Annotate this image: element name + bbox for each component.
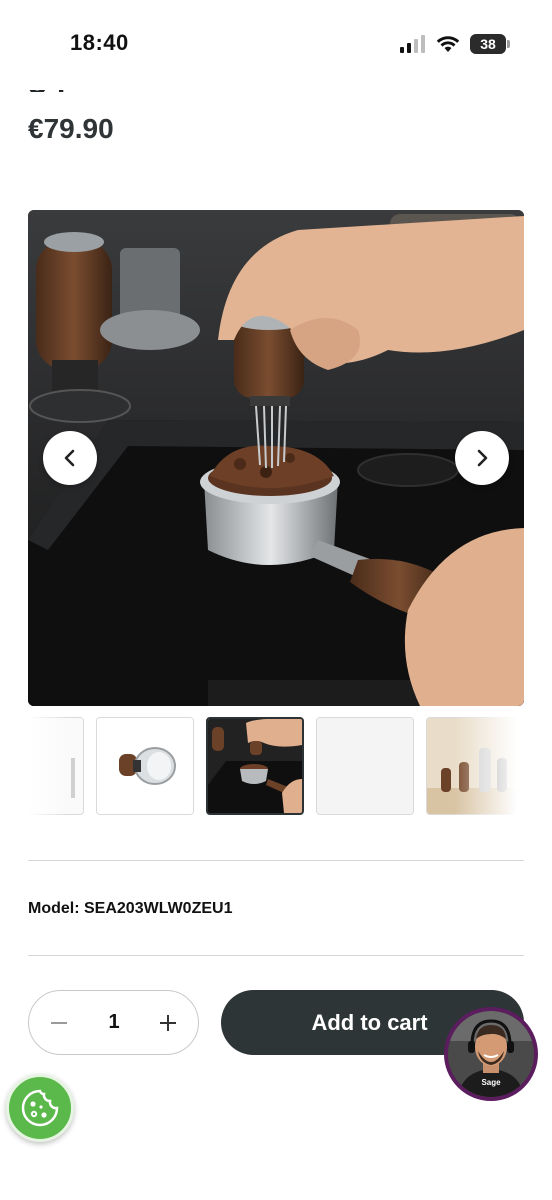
- signal-icon: [400, 35, 425, 53]
- quantity-increase-button[interactable]: [138, 991, 198, 1054]
- quantity-stepper: 1: [28, 990, 199, 1055]
- thumbnail-3[interactable]: [206, 717, 304, 815]
- presenter-avatar: Sage: [448, 1011, 534, 1097]
- thumbnail-fade-left: [28, 717, 68, 817]
- product-main-image[interactable]: [28, 210, 524, 706]
- product-model: Model: SEA203WLW0ZEU1: [28, 900, 233, 917]
- video-assistant-bubble[interactable]: Sage: [444, 1007, 538, 1101]
- divider: [28, 955, 524, 956]
- thumbnail-2[interactable]: [96, 717, 194, 815]
- wifi-icon: [436, 36, 460, 52]
- carousel-next-button[interactable]: [455, 431, 509, 485]
- cookie-icon: [21, 1089, 59, 1127]
- carousel-prev-button[interactable]: [43, 431, 97, 485]
- quantity-input[interactable]: 1: [89, 991, 139, 1054]
- add-to-cart-label: Add to cart: [311, 1009, 428, 1035]
- product-page: 18:40 38 5 | €79.90: [0, 0, 552, 1200]
- status-icons: 38: [400, 34, 510, 54]
- thumbnail-strip: [28, 717, 524, 817]
- status-time: 18:40: [70, 30, 129, 55]
- thumbnail-4[interactable]: [316, 717, 414, 815]
- chevron-left-icon: [64, 449, 75, 467]
- thumbnail-fade-right: [454, 717, 524, 817]
- battery-level: 38: [480, 36, 496, 52]
- presenter-shirt-text: Sage: [481, 1078, 501, 1087]
- main-image-illustration: [28, 210, 524, 706]
- divider: [28, 860, 524, 861]
- quantity-decrease-button[interactable]: [29, 991, 89, 1054]
- battery-indicator: 38: [470, 34, 510, 54]
- cookie-settings-button[interactable]: [6, 1074, 74, 1142]
- plus-icon: [160, 1014, 176, 1031]
- chevron-right-icon: [477, 449, 488, 467]
- product-price: €79.90: [28, 113, 114, 144]
- status-bar: 18:40 38: [0, 0, 552, 90]
- minus-icon: [51, 1021, 67, 1024]
